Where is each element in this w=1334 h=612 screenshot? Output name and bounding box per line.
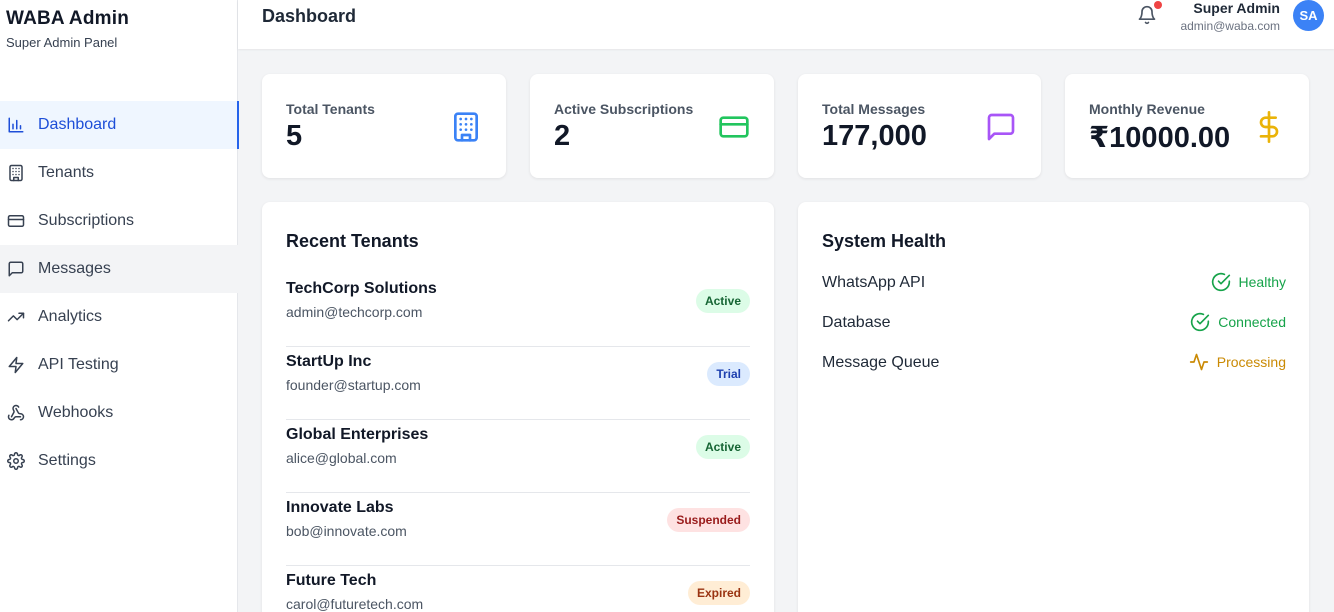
tenant-row[interactable]: Future Tech carol@futuretech.com Expired (286, 566, 750, 612)
sidebar-item-label: Subscriptions (38, 212, 135, 229)
check-circle-icon (1191, 312, 1210, 332)
top-header: Dashboard Super Admin admin@waba.com SA (238, 0, 1334, 49)
avatar[interactable]: SA (1293, 0, 1324, 31)
stat-value: 2 (554, 120, 571, 152)
sidebar-item-api-testing[interactable]: API Testing (0, 341, 238, 389)
message-square-icon (7, 260, 25, 278)
health-status: Healthy (1211, 272, 1286, 292)
sidebar-nav: Dashboard Tenants Subscriptions Messages… (0, 101, 239, 485)
sidebar-item-webhooks[interactable]: Webhooks (0, 389, 238, 437)
tenant-email: carol@futuretech.com (286, 596, 424, 612)
credit-card-icon (718, 111, 750, 143)
stat-value: ₹10000.00 (1089, 122, 1231, 154)
tenant-email: founder@startup.com (286, 377, 421, 393)
stat-label: Monthly Revenue (1089, 101, 1205, 117)
tenant-list: TechCorp Solutions admin@techcorp.com Ac… (286, 274, 750, 612)
notification-dot (1154, 1, 1162, 9)
brand: WABA Admin Super Admin Panel (6, 8, 129, 50)
health-status-text: Connected (1218, 314, 1286, 330)
check-circle-icon (1211, 272, 1230, 292)
bar-chart-icon (7, 116, 25, 134)
health-row: Message Queue Processing (822, 352, 1286, 392)
activity-icon (1189, 353, 1208, 371)
brand-title: WABA Admin (6, 8, 130, 29)
sidebar-item-analytics[interactable]: Analytics (0, 293, 238, 341)
dollar-icon (1253, 111, 1285, 143)
health-status-text: Healthy (1238, 274, 1286, 290)
building-icon (450, 111, 482, 143)
tenant-email: alice@global.com (286, 450, 397, 466)
status-badge: Active (695, 289, 750, 313)
tenant-name: TechCorp Solutions (286, 280, 437, 297)
stat-card-total-messages: Total Messages 177,000 (798, 74, 1041, 178)
tenant-row[interactable]: Innovate Labs bob@innovate.com Suspended (286, 493, 750, 566)
sidebar-item-subscriptions[interactable]: Subscriptions (0, 197, 238, 245)
stat-label: Total Messages (822, 101, 926, 117)
user-email: admin@waba.com (1180, 19, 1280, 33)
gear-icon (7, 452, 25, 470)
system-health-title: System Health (822, 231, 947, 251)
sidebar-item-label: Webhooks (38, 404, 114, 421)
sidebar-item-settings[interactable]: Settings (0, 437, 238, 485)
sidebar-item-label: Analytics (38, 308, 103, 325)
tenant-name: Future Tech (286, 572, 377, 589)
health-label: Database (822, 314, 891, 331)
sidebar-item-label: Dashboard (38, 116, 117, 133)
health-list: WhatsApp API Healthy Database Connected … (822, 272, 1286, 392)
tenant-row[interactable]: Global Enterprises alice@global.com Acti… (286, 420, 750, 493)
sidebar-item-label: Tenants (38, 164, 95, 181)
tenant-name: Innovate Labs (286, 499, 394, 516)
system-health-card: System Health WhatsApp API Healthy Datab… (798, 202, 1309, 612)
credit-card-icon (7, 212, 25, 230)
status-badge: Expired (687, 581, 750, 605)
tenant-row[interactable]: TechCorp Solutions admin@techcorp.com Ac… (286, 274, 750, 347)
stat-card-monthly-revenue: Monthly Revenue ₹10000.00 (1065, 74, 1309, 178)
stat-label: Active Subscriptions (554, 101, 694, 117)
sidebar-item-dashboard[interactable]: Dashboard (0, 101, 239, 149)
message-square-icon (985, 111, 1017, 143)
zap-icon (7, 356, 25, 374)
recent-tenants-card: Recent Tenants TechCorp Solutions admin@… (262, 202, 774, 612)
tenant-name: Global Enterprises (286, 426, 429, 443)
sidebar: WABA Admin Super Admin Panel Dashboard T… (0, 0, 239, 612)
trending-up-icon (7, 308, 25, 326)
stat-card-active-subscriptions: Active Subscriptions 2 (530, 74, 774, 178)
health-row: WhatsApp API Healthy (822, 272, 1286, 312)
user-name: Super Admin (1193, 0, 1280, 16)
brand-subtitle: Super Admin Panel (6, 35, 118, 50)
stat-value: 5 (286, 120, 303, 152)
tenant-email: admin@techcorp.com (286, 304, 423, 320)
building-icon (7, 164, 25, 182)
stat-card-total-tenants: Total Tenants 5 (262, 74, 506, 178)
webhook-icon (7, 404, 25, 422)
stat-label: Total Tenants (286, 101, 375, 117)
status-badge: Suspended (667, 508, 750, 532)
health-label: Message Queue (822, 354, 940, 371)
sidebar-item-label: Settings (38, 452, 96, 469)
sidebar-item-messages[interactable]: Messages (0, 245, 238, 293)
tenant-email: bob@innovate.com (286, 523, 407, 539)
sidebar-item-label: Messages (38, 260, 111, 277)
stat-value: 177,000 (822, 120, 927, 152)
health-row: Database Connected (822, 312, 1286, 352)
health-status: Connected (1190, 312, 1286, 332)
health-status: Processing (1189, 352, 1286, 372)
tenant-row[interactable]: StartUp Inc founder@startup.com Trial (286, 347, 750, 420)
recent-tenants-title: Recent Tenants (286, 231, 419, 251)
status-badge: Active (695, 435, 750, 459)
health-status-text: Processing (1216, 354, 1286, 370)
sidebar-item-tenants[interactable]: Tenants (0, 149, 238, 197)
page-title: Dashboard (262, 6, 357, 26)
tenant-name: StartUp Inc (286, 353, 372, 370)
health-label: WhatsApp API (822, 274, 926, 291)
status-badge: Trial (707, 362, 750, 386)
sidebar-item-label: API Testing (38, 356, 119, 373)
